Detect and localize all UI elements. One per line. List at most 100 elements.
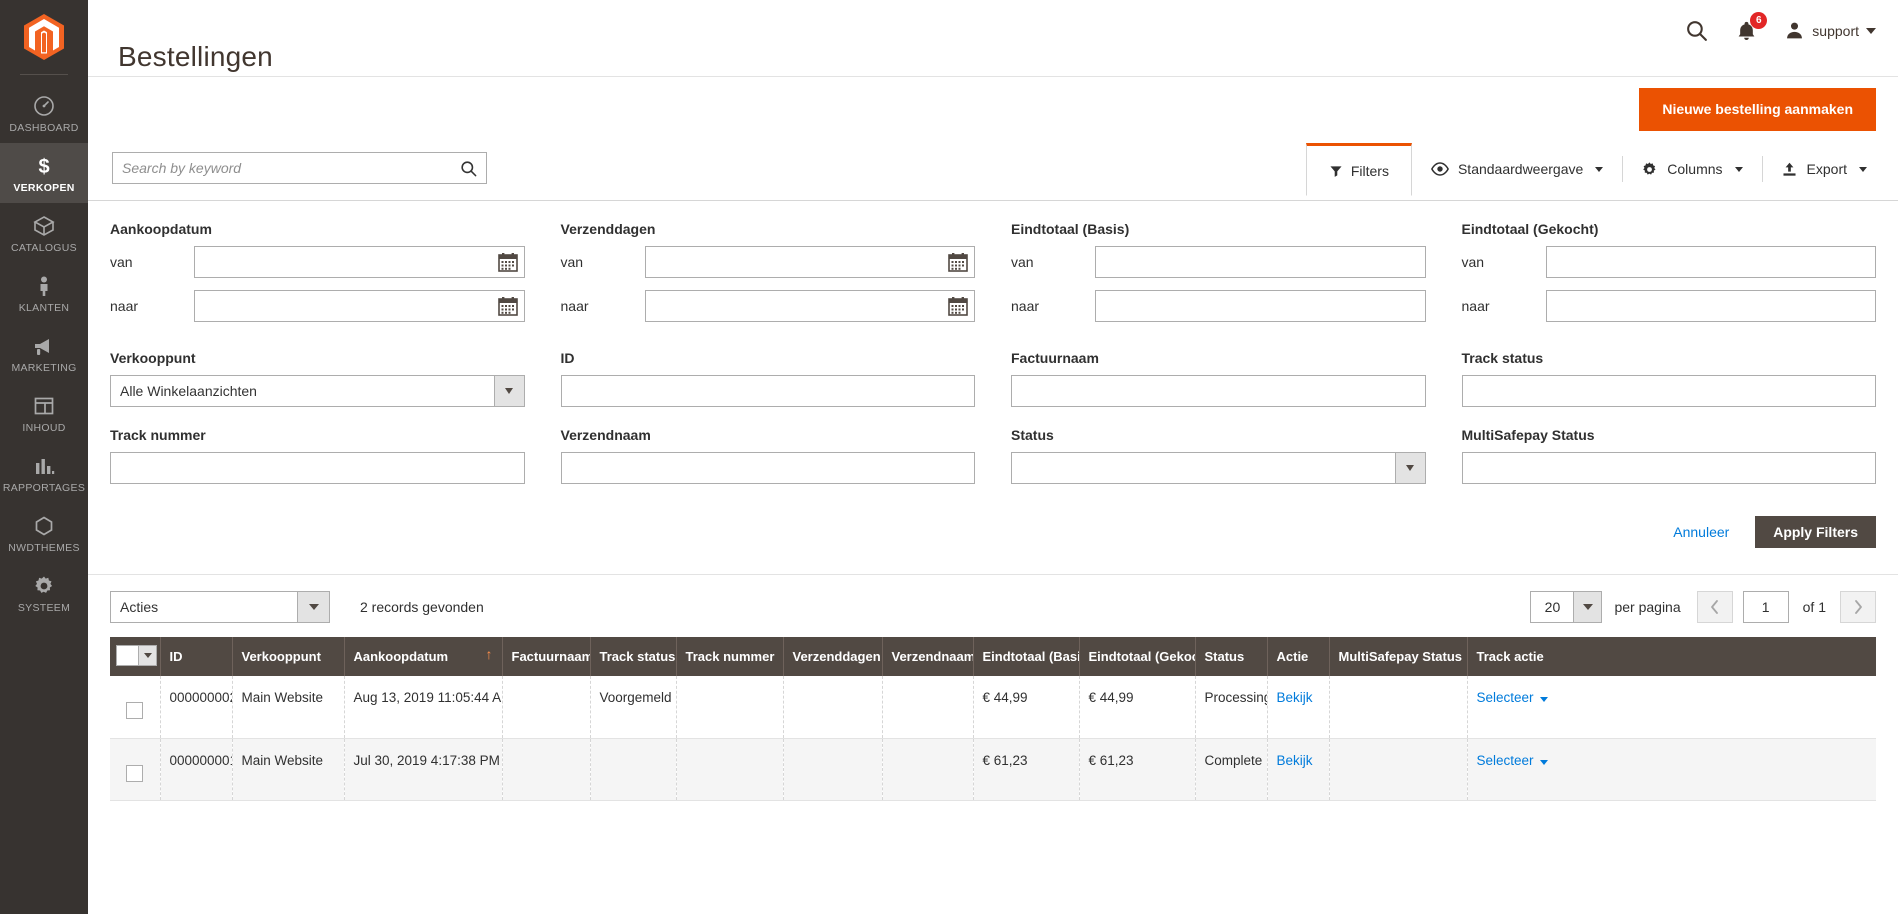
multisafepay-status-input[interactable] xyxy=(1462,453,1875,483)
range-to: naar xyxy=(1462,290,1876,322)
cell-purchase-date: Aug 13, 2019 11:05:44 AM xyxy=(344,676,503,739)
user-menu[interactable]: support xyxy=(1784,20,1876,41)
invoice-name-input[interactable] xyxy=(1012,376,1425,406)
calendar-icon[interactable] xyxy=(947,295,969,317)
view-selector[interactable]: Standaardweergave xyxy=(1412,142,1622,196)
table-row[interactable]: 000000001 Main Website Jul 30, 2019 4:17… xyxy=(110,738,1876,801)
chevron-down-icon xyxy=(1859,166,1867,172)
search-submit-icon[interactable] xyxy=(455,159,486,178)
row-checkbox[interactable] xyxy=(126,702,144,719)
calendar-icon[interactable] xyxy=(497,295,519,317)
cell-track-action[interactable]: Selecteer xyxy=(1467,738,1876,801)
col-header-status[interactable]: Status xyxy=(1195,637,1268,676)
cell-shipping-name xyxy=(882,676,974,739)
sidebar-item-catalogus[interactable]: CATALOGUS xyxy=(0,203,88,263)
sidebar-item-nwdthemes[interactable]: NWDTHEMES xyxy=(0,503,88,563)
hexagon-icon xyxy=(2,513,86,539)
cell-action[interactable]: Bekijk xyxy=(1267,738,1330,801)
sidebar-item-verkopen[interactable]: $ VERKOPEN xyxy=(0,143,88,203)
sidebar-item-marketing[interactable]: MARKETING xyxy=(0,323,88,383)
magento-logo[interactable] xyxy=(0,0,88,74)
view-order-link[interactable]: Bekijk xyxy=(1277,753,1313,768)
calendar-icon[interactable] xyxy=(947,251,969,273)
table-row[interactable]: 000000002 Main Website Aug 13, 2019 11:0… xyxy=(110,676,1876,739)
select-all-dropdown[interactable] xyxy=(116,645,157,666)
col-header-grand-total-base[interactable]: Eindtotaal (Basis) xyxy=(973,637,1080,676)
track-action-dropdown[interactable]: Selecteer xyxy=(1477,690,1549,705)
select-all-header[interactable] xyxy=(110,637,161,676)
calendar-icon[interactable] xyxy=(497,251,519,273)
export-selector[interactable]: Export xyxy=(1761,142,1886,196)
cell-grand-total-purchased: € 44,99 xyxy=(1079,676,1196,739)
cell-purchase-date: Jul 30, 2019 4:17:38 PM xyxy=(344,738,503,801)
sidebar-item-rapportages[interactable]: RAPPORTAGES xyxy=(0,443,88,503)
next-page-button[interactable] xyxy=(1840,591,1876,623)
col-header-track-status[interactable]: Track status xyxy=(590,637,677,676)
range-to-label: naar xyxy=(1011,298,1040,314)
prev-page-button[interactable] xyxy=(1696,591,1733,623)
chevron-down-icon[interactable] xyxy=(138,646,156,665)
track-action-label: Selecteer xyxy=(1476,752,1534,768)
filter-store-view: Verkooppunt Alle Winkelaanzichten xyxy=(110,350,525,411)
new-order-button[interactable]: Nieuwe bestelling aanmaken xyxy=(1639,88,1876,131)
grand-total-base-to-input[interactable] xyxy=(1096,291,1425,321)
sidebar-item-dashboard[interactable]: DASHBOARD xyxy=(0,83,88,143)
purchase-date-from-input[interactable] xyxy=(195,247,524,277)
view-order-link[interactable]: Bekijk xyxy=(1277,690,1313,705)
filter-invoice-name: Factuurnaam xyxy=(1011,350,1426,411)
col-header-track-action[interactable]: Track actie xyxy=(1467,637,1876,676)
col-header-action[interactable]: Actie xyxy=(1267,637,1330,676)
col-header-store[interactable]: Verkooppunt xyxy=(232,637,345,676)
columns-selector[interactable]: Columns xyxy=(1622,142,1761,196)
grand-total-purchased-from-input[interactable] xyxy=(1546,247,1875,277)
cell-action[interactable]: Bekijk xyxy=(1267,676,1330,739)
mass-actions-select[interactable]: Acties xyxy=(110,591,330,623)
status-select[interactable] xyxy=(1011,452,1426,484)
track-number-input[interactable] xyxy=(111,453,524,483)
range-from: van xyxy=(560,246,975,278)
cancel-filters-link[interactable]: Annuleer xyxy=(1673,524,1729,540)
select-all-checkbox[interactable] xyxy=(117,646,138,665)
col-header-invoice-name[interactable]: Factuurnaam xyxy=(502,637,591,676)
apply-filters-button[interactable]: Apply Filters xyxy=(1755,516,1876,548)
purchase-date-to-input[interactable] xyxy=(195,291,524,321)
filters-toggle[interactable]: Filters xyxy=(1305,143,1412,196)
row-select-cell[interactable] xyxy=(110,738,161,801)
shipping-name-input[interactable] xyxy=(561,453,974,483)
id-input[interactable] xyxy=(561,376,974,406)
cell-id: 000000002 xyxy=(160,676,233,739)
track-status-input[interactable] xyxy=(1462,376,1875,406)
col-header-grand-total-purchased[interactable]: Eindtotaal (Gekocht) xyxy=(1079,637,1196,676)
page-number-input[interactable] xyxy=(1743,592,1788,622)
row-checkbox[interactable] xyxy=(126,764,144,782)
sidebar-item-systeem[interactable]: SYSTEEM xyxy=(0,563,88,623)
grand-total-base-from-input[interactable] xyxy=(1096,247,1425,277)
cell-track-action[interactable]: Selecteer xyxy=(1467,676,1876,739)
filters-panel: Aankoopdatum van naar Verzenddagen van n… xyxy=(88,200,1898,574)
col-header-id[interactable]: ID xyxy=(160,637,233,676)
row-select-cell[interactable] xyxy=(110,676,161,739)
purchase-date-to-field xyxy=(194,290,525,322)
shipping-days-from-input[interactable] xyxy=(645,247,974,277)
shipping-days-to-input[interactable] xyxy=(645,291,974,321)
range-to-label: naar xyxy=(110,298,139,314)
filter-label: Aankoopdatum xyxy=(110,221,212,237)
filter-label: Track nummer xyxy=(110,427,206,443)
grand-total-purchased-to-input[interactable] xyxy=(1546,291,1875,321)
col-header-shipping-name[interactable]: Verzendnaam xyxy=(882,637,974,676)
track-action-dropdown[interactable]: Selecteer xyxy=(1477,753,1549,768)
col-header-shipping-days[interactable]: Verzenddagen xyxy=(783,637,883,676)
sidebar-item-inhoud[interactable]: INHOUD xyxy=(0,383,88,443)
col-header-track-number[interactable]: Track nummer xyxy=(676,637,784,676)
search-input[interactable] xyxy=(113,153,455,183)
store-view-select[interactable]: Alle Winkelaanzichten xyxy=(110,375,525,407)
range-from-label: van xyxy=(560,254,584,270)
sidebar-item-klanten[interactable]: KLANTEN xyxy=(0,263,88,323)
per-page-select[interactable]: 20 xyxy=(1530,591,1603,623)
col-header-purchase-date[interactable]: Aankoopdatum ↑ xyxy=(344,637,503,676)
notifications-bell[interactable]: 6 xyxy=(1735,11,1768,43)
search-icon[interactable] xyxy=(1684,18,1709,43)
page-number-field xyxy=(1742,591,1789,623)
grid-toolbar: Filters Standaardweergave Columns xyxy=(88,142,1898,200)
col-header-multisafepay-status[interactable]: MultiSafepay Status xyxy=(1329,637,1468,676)
